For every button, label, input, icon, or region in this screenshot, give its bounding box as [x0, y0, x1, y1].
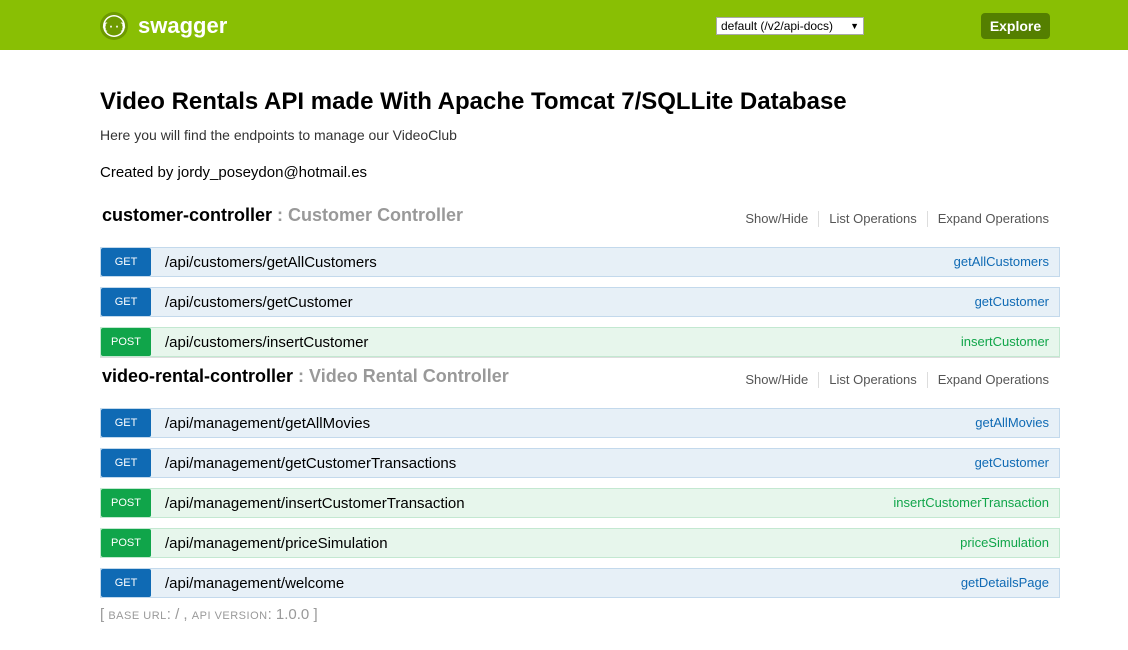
resource-separator: :	[272, 205, 289, 225]
resource-options: Show/Hide List Operations Expand Operati…	[745, 211, 1049, 227]
operation-row[interactable]: GET /api/customers/getAllCustomers getAl…	[100, 247, 1060, 277]
resource-description: Customer Controller	[288, 205, 464, 225]
chevron-down-icon: ▼	[850, 21, 859, 31]
list-operations-link[interactable]: List Operations	[819, 211, 928, 227]
operation-row[interactable]: POST /api/management/priceSimulation pri…	[100, 528, 1060, 558]
http-method-badge: GET	[101, 248, 151, 276]
api-description: Here you will find the endpoints to mana…	[100, 127, 457, 143]
resource-separator: :	[293, 366, 310, 386]
operation-nickname[interactable]: getCustomer	[975, 294, 1049, 309]
base-url-label: BASE URL	[108, 610, 167, 622]
show-hide-link[interactable]: Show/Hide	[745, 211, 820, 227]
operation-path[interactable]: /api/customers/insertCustomer	[165, 334, 368, 351]
operation-path[interactable]: /api/management/priceSimulation	[165, 535, 388, 552]
resource-heading: customer-controller : Customer Controlle…	[100, 205, 1060, 231]
list-operations-link[interactable]: List Operations	[819, 372, 928, 388]
swagger-logo-icon: {··}	[100, 12, 128, 40]
operation-row[interactable]: GET /api/management/welcome getDetailsPa…	[100, 568, 1060, 598]
http-method-badge: GET	[101, 449, 151, 477]
base-url-value: : / ,	[166, 606, 192, 623]
api-version-value: : 1.0.0 ]	[267, 606, 318, 623]
resource-title[interactable]: video-rental-controller : Video Rental C…	[102, 366, 509, 387]
resource-name: video-rental-controller	[102, 366, 294, 386]
operation-path[interactable]: /api/customers/getCustomer	[165, 294, 353, 311]
api-title: Video Rentals API made With Apache Tomca…	[100, 88, 847, 115]
api-spec-select-value: default (/v2/api-docs)	[721, 19, 834, 33]
http-method-badge: POST	[101, 489, 151, 517]
http-method-badge: GET	[101, 569, 151, 597]
expand-operations-link[interactable]: Expand Operations	[928, 372, 1049, 388]
operation-row[interactable]: POST /api/customers/insertCustomer inser…	[100, 327, 1060, 357]
api-footer: [ BASE URL: / , API VERSION: 1.0.0 ]	[100, 606, 318, 623]
logo-text: swagger	[138, 13, 228, 38]
explore-button[interactable]: Explore	[981, 13, 1050, 39]
operation-nickname[interactable]: insertCustomer	[961, 334, 1049, 349]
resource-video-rental-controller: video-rental-controller : Video Rental C…	[100, 366, 1060, 598]
resource-divider	[100, 357, 1060, 358]
operation-path[interactable]: /api/management/getAllMovies	[165, 415, 370, 432]
operation-path[interactable]: /api/management/insertCustomerTransactio…	[165, 495, 465, 512]
operation-nickname[interactable]: getCustomer	[975, 455, 1049, 470]
resource-heading: video-rental-controller : Video Rental C…	[100, 366, 1060, 392]
operation-row[interactable]: GET /api/management/getAllMovies getAllM…	[100, 408, 1060, 438]
operation-nickname[interactable]: getAllMovies	[975, 415, 1049, 430]
operation-nickname[interactable]: getDetailsPage	[961, 575, 1049, 590]
operation-nickname[interactable]: priceSimulation	[960, 535, 1049, 550]
operation-nickname[interactable]: getAllCustomers	[954, 254, 1049, 269]
http-method-badge: GET	[101, 288, 151, 316]
show-hide-link[interactable]: Show/Hide	[745, 372, 820, 388]
top-bar: {··} swagger default (/v2/api-docs) ▼ Ex…	[0, 0, 1128, 50]
resource-customer-controller: customer-controller : Customer Controlle…	[100, 205, 1060, 357]
resource-description: Video Rental Controller	[309, 366, 509, 386]
resource-name: customer-controller	[102, 205, 273, 225]
operation-path[interactable]: /api/customers/getAllCustomers	[165, 254, 377, 271]
operation-path[interactable]: /api/management/getCustomerTransactions	[165, 455, 456, 472]
resource-title[interactable]: customer-controller : Customer Controlle…	[102, 205, 463, 226]
operation-path[interactable]: /api/management/welcome	[165, 575, 344, 592]
resource-options: Show/Hide List Operations Expand Operati…	[745, 372, 1049, 388]
api-spec-select[interactable]: default (/v2/api-docs) ▼	[716, 17, 864, 35]
operation-row[interactable]: GET /api/management/getCustomerTransacti…	[100, 448, 1060, 478]
api-contact: Created by jordy_poseydon@hotmail.es	[100, 164, 368, 181]
svg-text:{··}: {··}	[102, 22, 126, 33]
http-method-badge: POST	[101, 328, 151, 356]
operation-row[interactable]: GET /api/customers/getCustomer getCustom…	[100, 287, 1060, 317]
operation-row[interactable]: POST /api/management/insertCustomerTrans…	[100, 488, 1060, 518]
expand-operations-link[interactable]: Expand Operations	[928, 211, 1049, 227]
http-method-badge: POST	[101, 529, 151, 557]
swagger-logo[interactable]: {··} swagger	[100, 12, 227, 40]
api-version-label: API VERSION	[191, 610, 268, 622]
operation-nickname[interactable]: insertCustomerTransaction	[893, 495, 1049, 510]
http-method-badge: GET	[101, 409, 151, 437]
